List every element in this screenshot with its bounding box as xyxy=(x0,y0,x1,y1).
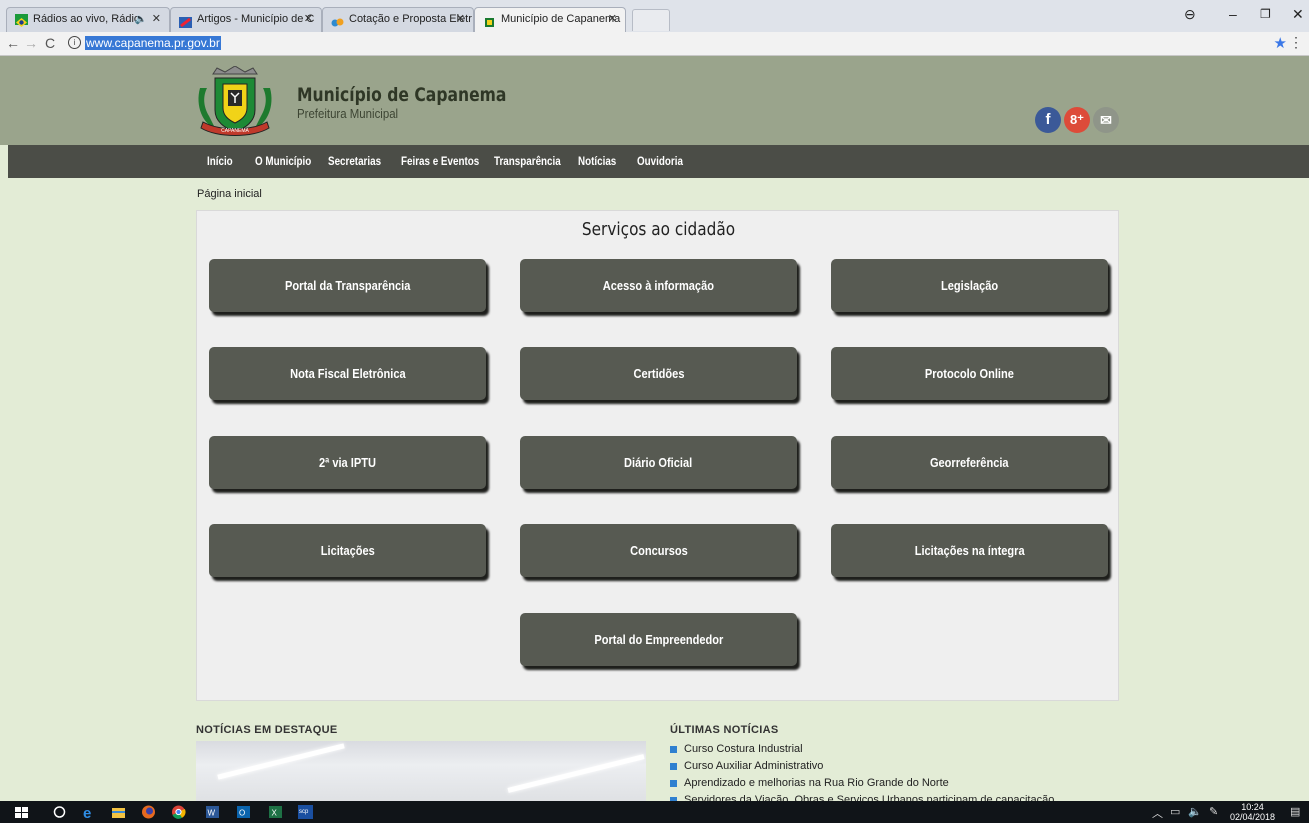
ceiling-lamp xyxy=(217,743,345,780)
network-icon[interactable]: ▭ xyxy=(1170,805,1180,818)
scp-app-icon[interactable]: scp xyxy=(298,805,313,819)
googleplus-icon[interactable]: 8⁺ xyxy=(1064,107,1090,133)
close-tab-icon[interactable]: ✕ xyxy=(608,8,617,31)
windows-start-icon[interactable] xyxy=(14,805,29,819)
tab-radios[interactable]: Rádios ao vivo, Rádio 🔈 ✕ xyxy=(6,7,170,32)
facebook-icon[interactable]: f xyxy=(1035,107,1061,133)
minimize-button[interactable]: – xyxy=(1229,6,1237,22)
acesso-informacao-button[interactable]: Acesso à informação xyxy=(520,259,797,312)
list-item[interactable]: Curso Auxiliar Administrativo xyxy=(670,761,1054,778)
georreferencia-button[interactable]: Georreferência xyxy=(831,436,1108,489)
site-logo-icon xyxy=(179,14,192,28)
menu-item-transparencia[interactable]: Transparência xyxy=(494,145,561,178)
pen-icon[interactable]: ✎ xyxy=(1209,805,1218,818)
main-menu: Início O Município Secretarias Feiras e … xyxy=(8,145,1309,178)
featured-news-image[interactable] xyxy=(196,741,646,801)
windows-taskbar: e W O X scp ︿ ▭ 🔈 ✎ 10:24 02/04/2018 ▤ xyxy=(0,801,1309,823)
volume-icon[interactable]: 🔈 xyxy=(1188,805,1202,818)
diario-oficial-button[interactable]: Diário Oficial xyxy=(520,436,797,489)
tab-cotacao[interactable]: Cotação e Proposta Eletr ✕ xyxy=(322,7,474,32)
close-tab-icon[interactable]: ✕ xyxy=(456,8,465,31)
tab-label: Município de Capanema xyxy=(501,13,621,25)
list-item[interactable]: Aprendizado e melhorias na Rua Rio Grand… xyxy=(670,778,1054,795)
url-field[interactable]: www.capanema.pr.gov.br xyxy=(85,36,221,50)
certidoes-button[interactable]: Certidões xyxy=(520,347,797,400)
back-icon[interactable]: ← xyxy=(6,35,20,51)
list-item[interactable]: Curso Costura Industrial xyxy=(670,744,1054,761)
crest-icon xyxy=(483,14,496,27)
search-icon[interactable] xyxy=(52,805,67,819)
notification-icon[interactable]: ▤ xyxy=(1290,805,1300,818)
concursos-button[interactable]: Concursos xyxy=(520,524,797,577)
firefox-icon[interactable] xyxy=(141,805,156,819)
iptu-button[interactable]: 2ª via IPTU xyxy=(209,436,486,489)
services-panel: Serviços ao cidadão Portal da Transparên… xyxy=(196,210,1119,701)
handshake-icon xyxy=(331,14,344,27)
clock-date: 02/04/2018 xyxy=(1229,812,1275,822)
crest-banner-text: CAPANEMA xyxy=(221,128,249,134)
site-title[interactable]: Município de Capanema xyxy=(297,84,506,106)
portal-transparencia-button[interactable]: Portal da Transparência xyxy=(209,259,486,312)
protocolo-online-button[interactable]: Protocolo Online xyxy=(831,347,1108,400)
excel-icon[interactable]: X xyxy=(268,805,283,819)
site-header: CAPANEMA Município de Capanema Prefeitur… xyxy=(0,56,1309,145)
taskbar-clock[interactable]: 10:24 02/04/2018 xyxy=(1230,802,1275,822)
portal-empreendedor-button[interactable]: Portal do Empreendedor xyxy=(520,613,797,666)
menu-item-feiras-e-eventos[interactable]: Feiras e Eventos xyxy=(401,145,479,178)
site-subtitle: Prefeitura Municipal xyxy=(297,106,399,121)
licitacoes-button[interactable]: Licitações xyxy=(209,524,486,577)
services-title: Serviços ao cidadão xyxy=(581,219,736,240)
menu-item-o-municipio[interactable]: O Município xyxy=(255,145,311,178)
breadcrumb[interactable]: Página inicial xyxy=(197,188,262,200)
new-tab-button[interactable] xyxy=(632,9,670,31)
tab-capanema[interactable]: Município de Capanema ✕ xyxy=(474,7,626,32)
info-icon[interactable]: i xyxy=(68,36,81,49)
email-icon[interactable]: ✉ xyxy=(1093,107,1119,133)
featured-news-heading: NOTÍCIAS EM DESTAQUE xyxy=(196,724,338,736)
outlook-icon[interactable]: O xyxy=(236,805,251,819)
clock-time: 10:24 xyxy=(1241,802,1264,812)
ceiling-lamp xyxy=(507,754,645,793)
close-tab-icon[interactable]: ✕ xyxy=(304,8,313,31)
tab-label: Cotação e Proposta Eletr xyxy=(349,13,472,25)
menu-item-inicio[interactable]: Início xyxy=(207,145,233,178)
account-icon[interactable]: ⊖ xyxy=(1184,6,1196,23)
nota-fiscal-button[interactable]: Nota Fiscal Eletrônica xyxy=(209,347,486,400)
bookmark-star-icon[interactable]: ★ xyxy=(1274,34,1287,52)
chrome-icon[interactable] xyxy=(171,805,186,819)
svg-text:scp: scp xyxy=(299,809,309,815)
svg-text:X: X xyxy=(272,809,278,818)
forward-icon[interactable]: → xyxy=(24,35,38,51)
tray-chevron-icon[interactable]: ︿ xyxy=(1152,805,1163,821)
restore-button[interactable]: ❐ xyxy=(1260,7,1271,21)
browser-tab-bar: Rádios ao vivo, Rádio 🔈 ✕ Artigos - Muni… xyxy=(0,0,1309,32)
tab-label: Artigos - Município de C xyxy=(197,13,315,25)
reload-icon[interactable]: C xyxy=(45,35,55,51)
tab-artigos[interactable]: Artigos - Município de C ✕ xyxy=(170,7,322,32)
svg-text:W: W xyxy=(208,809,216,818)
word-icon[interactable]: W xyxy=(205,805,220,819)
latest-news-heading: ÚLTIMAS NOTÍCIAS xyxy=(670,724,779,736)
tab-label: Rádios ao vivo, Rádio xyxy=(33,13,141,25)
audio-icon[interactable]: 🔈 xyxy=(135,8,147,31)
address-bar: ← → C i www.capanema.pr.gov.br ★ ⋮ xyxy=(0,32,1309,56)
municipality-crest-logo[interactable]: CAPANEMA xyxy=(195,65,275,140)
menu-item-ouvidoria[interactable]: Ouvidoria xyxy=(637,145,683,178)
edge-icon[interactable]: e xyxy=(82,805,97,819)
file-explorer-icon[interactable] xyxy=(111,805,126,819)
close-window-button[interactable]: ✕ xyxy=(1292,6,1304,23)
svg-text:e: e xyxy=(83,805,91,819)
close-tab-icon[interactable]: ✕ xyxy=(152,8,161,31)
menu-item-noticias[interactable]: Notícias xyxy=(578,145,616,178)
licitacoes-integra-button[interactable]: Licitações na íntegra xyxy=(831,524,1108,577)
svg-text:O: O xyxy=(239,809,245,818)
legislacao-button[interactable]: Legislação xyxy=(831,259,1108,312)
brazil-flag-icon xyxy=(15,14,28,27)
browser-menu-icon[interactable]: ⋮ xyxy=(1289,34,1303,51)
menu-item-secretarias[interactable]: Secretarias xyxy=(328,145,381,178)
